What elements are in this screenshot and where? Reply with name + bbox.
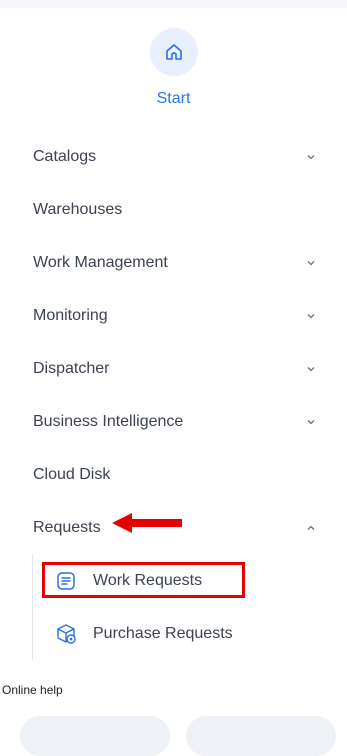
home-button[interactable] (149, 28, 198, 76)
menu-item-work-management[interactable]: Work Management (0, 236, 347, 289)
submenu-item-label: Purchase Requests (93, 624, 233, 642)
submenu-item-work-requests[interactable]: Work Requests (33, 554, 347, 607)
menu-item-monitoring[interactable]: Monitoring (0, 289, 347, 342)
menu-item-dispatcher[interactable]: Dispatcher (0, 342, 347, 395)
submenu-item-purchase-requests[interactable]: Purchase Requests (33, 607, 347, 660)
menu-item-business-intelligence[interactable]: Business Intelligence (0, 395, 347, 448)
home-label[interactable]: Start (0, 90, 347, 108)
menu-item-label: Warehouses (33, 200, 123, 218)
requests-submenu: Work Requests Purchase Requests (32, 554, 347, 660)
main-menu: Catalogs Warehouses Work Management Moni… (0, 130, 347, 660)
box-settings-icon (57, 623, 76, 644)
menu-item-catalogs[interactable]: Catalogs (0, 130, 347, 183)
home-section: Start (0, 28, 347, 108)
top-strip (0, 0, 347, 8)
annotation-arrow-icon (112, 513, 182, 533)
menu-item-label: Dispatcher (33, 359, 110, 377)
chevron-down-icon (307, 366, 315, 371)
menu-item-label: Requests (33, 518, 101, 536)
chevron-down-icon (307, 419, 315, 424)
menu-item-cloud-disk[interactable]: Cloud Disk (0, 448, 347, 501)
menu-item-label: Cloud Disk (33, 465, 111, 483)
highlight-box (42, 562, 245, 598)
chevron-down-icon (307, 260, 315, 265)
chevron-up-icon (307, 525, 315, 530)
chevron-down-icon (307, 313, 315, 318)
footer-button[interactable] (186, 716, 336, 756)
online-help-link[interactable]: Online help (2, 683, 63, 697)
home-icon (165, 44, 182, 60)
menu-item-label: Monitoring (33, 306, 108, 324)
menu-item-label: Catalogs (33, 147, 97, 165)
menu-item-label: Business Intelligence (33, 412, 184, 430)
menu-item-label: Work Management (33, 253, 168, 271)
footer-button[interactable] (20, 716, 170, 756)
chevron-down-icon (307, 154, 315, 159)
menu-item-warehouses[interactable]: Warehouses (0, 183, 347, 236)
